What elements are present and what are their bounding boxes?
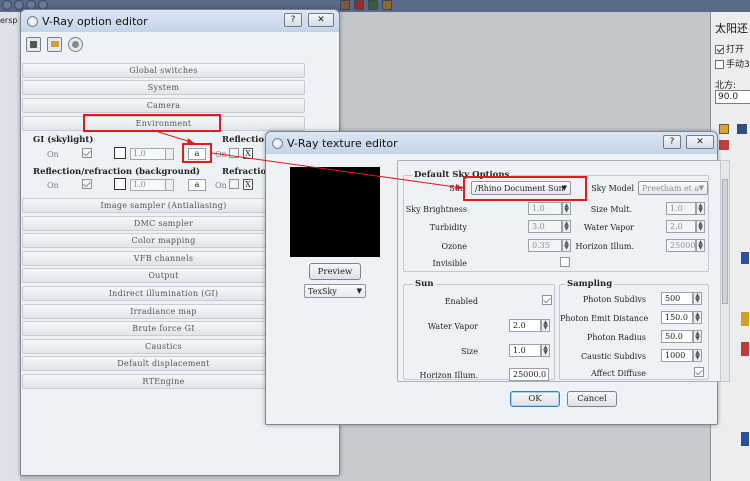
annotation-arrow-line [211,152,464,189]
arrowhead-icon [187,138,194,144]
arrowhead-icon [456,184,463,190]
annotation-arrows [151,129,464,190]
